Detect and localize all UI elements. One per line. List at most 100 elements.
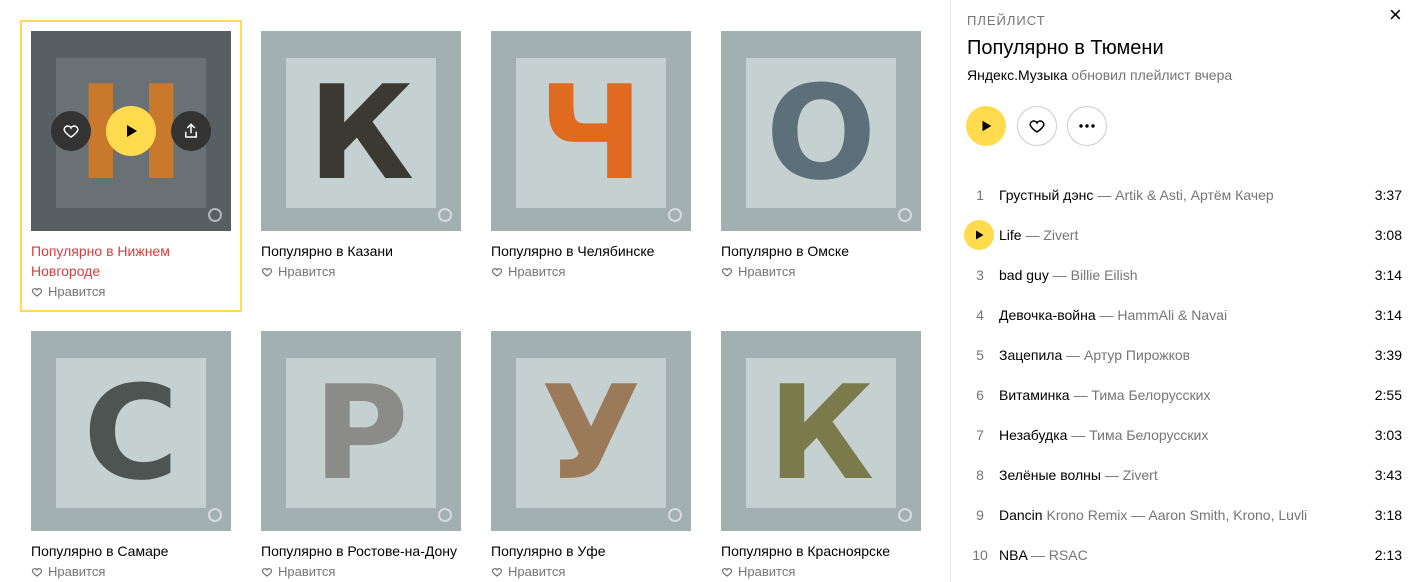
track-row[interactable]: 10 NBA — RSAC 2:13	[951, 536, 1421, 576]
track-title-group: Dancin Krono Remix — Aaron Smith, Krono,…	[999, 507, 1307, 523]
track-artists[interactable]: — Zivert	[1025, 227, 1078, 243]
track-row[interactable]: 9 Dancin Krono Remix — Aaron Smith, Kron…	[951, 496, 1421, 536]
track-artists[interactable]: — Тима Белорусских	[1071, 427, 1208, 443]
track-artists[interactable]: — Артур Пирожков	[1066, 347, 1190, 363]
playlist-title[interactable]: Популярно в Нижнем Новгороде	[31, 241, 231, 281]
play-icon	[127, 125, 137, 137]
track-title-group: Зелёные волны — Zivert	[999, 467, 1158, 483]
track-duration: 3:18	[1374, 507, 1402, 523]
like-link[interactable]: Нравится	[491, 264, 565, 279]
like-link[interactable]: Нравится	[721, 264, 795, 279]
playlist-card[interactable]: Р Популярно в Ростове-на-Дону Нравится	[251, 321, 471, 582]
playlist-panel: ПЛЕЙЛИСТ × Популярно в Тюмени Яндекс.Муз…	[951, 0, 1421, 582]
playlist-card[interactable]: К Популярно в Казани Нравится	[251, 21, 471, 291]
playlist-title[interactable]: Популярно в Ростове-на-Дону	[261, 541, 461, 561]
cover-letter: У	[540, 357, 642, 509]
track-title[interactable]: Незабудка	[999, 427, 1067, 443]
track-artists[interactable]: — Aaron Smith, Krono, Luvli	[1131, 507, 1307, 523]
track-title-group: Life — Zivert	[999, 227, 1078, 243]
cover-artwork: Ч	[516, 58, 666, 208]
heart-icon	[31, 287, 43, 297]
playlist-card[interactable]: О Популярно в Омске Нравится	[711, 21, 931, 291]
like-link[interactable]: Нравится	[491, 564, 565, 579]
track-duration: 3:08	[1374, 227, 1402, 243]
track-row[interactable]: 3 bad guy — Billie Eilish 3:14	[951, 256, 1421, 296]
track-title[interactable]: Грустный дэнс	[999, 187, 1093, 203]
track-number: 8	[976, 467, 984, 483]
like-playlist-button[interactable]	[1017, 106, 1057, 146]
track-row[interactable]: 4 Девочка-война — HammAli & Navai 3:14	[951, 296, 1421, 336]
track-artists[interactable]: — Тима Белорусских	[1074, 387, 1211, 403]
track-artists[interactable]: — Billie Eilish	[1053, 267, 1138, 283]
heart-icon	[491, 267, 503, 277]
playlist-card[interactable]: К Популярно в Красноярске Нравится	[711, 321, 931, 582]
share-overlay-button[interactable]	[171, 111, 211, 151]
like-overlay-button[interactable]	[51, 111, 91, 151]
playlist-title[interactable]: Популярно в Уфе	[491, 541, 691, 561]
track-row[interactable]: 8 Зелёные волны — Zivert 3:43	[951, 456, 1421, 496]
playlist-cover[interactable]: К	[261, 31, 461, 231]
like-link[interactable]: Нравится	[31, 284, 105, 299]
playlist-type-label: ПЛЕЙЛИСТ	[967, 13, 1046, 28]
play-overlay-button[interactable]	[106, 106, 156, 156]
playlist-card[interactable]: Ч Популярно в Челябинске Нравится	[481, 21, 701, 291]
playlist-card[interactable]: У Популярно в Уфе Нравится	[481, 321, 701, 582]
track-row[interactable]: Life — Zivert 3:08	[951, 216, 1421, 256]
track-title[interactable]: NBA	[999, 547, 1027, 563]
like-label: Нравится	[508, 564, 566, 579]
play-playlist-button[interactable]	[966, 106, 1006, 146]
playlist-card[interactable]: Н Популярно в Нижнем Новгороде Нравится	[20, 20, 242, 312]
track-artists[interactable]: — HammAli & Navai	[1100, 307, 1228, 323]
playlist-cover[interactable]: О	[721, 31, 921, 231]
track-title[interactable]: Девочка-война	[999, 307, 1096, 323]
yandex-music-logo-icon	[898, 508, 912, 522]
track-title[interactable]: Dancin	[999, 507, 1043, 523]
playlist-title[interactable]: Популярно в Омске	[721, 241, 921, 261]
like-label: Нравится	[48, 284, 106, 299]
like-link[interactable]: Нравится	[31, 564, 105, 579]
track-title[interactable]: bad guy	[999, 267, 1049, 283]
track-title[interactable]: Life	[999, 227, 1022, 243]
more-options-button[interactable]	[1067, 106, 1107, 146]
track-title-group: Грустный дэнс — Artik & Asti, Артём Каче…	[999, 187, 1274, 203]
track-artists[interactable]: — RSAC	[1031, 547, 1088, 563]
heart-icon	[63, 125, 79, 138]
track-row[interactable]: 5 Зацепила — Артур Пирожков 3:39	[951, 336, 1421, 376]
track-version: Krono Remix	[1046, 507, 1128, 523]
track-row[interactable]: 1 Грустный дэнс — Artik & Asti, Артём Ка…	[951, 176, 1421, 216]
close-icon[interactable]: ×	[1389, 2, 1402, 28]
playlist-cover[interactable]: Ч	[491, 31, 691, 231]
track-row[interactable]: 7 Незабудка — Тима Белорусских 3:03	[951, 416, 1421, 456]
track-title[interactable]: Витаминка	[999, 387, 1070, 403]
playlist-cover[interactable]: Н	[31, 31, 231, 231]
yandex-music-logo-icon	[668, 208, 682, 222]
cover-artwork: Р	[286, 358, 436, 508]
playlist-cover[interactable]: К	[721, 331, 921, 531]
track-artists[interactable]: — Zivert	[1105, 467, 1158, 483]
playlist-title[interactable]: Популярно в Красноярске	[721, 541, 921, 561]
like-link[interactable]: Нравится	[261, 564, 335, 579]
playlist-owner-link[interactable]: Яндекс.Музыка	[967, 67, 1068, 83]
playlist-title[interactable]: Популярно в Челябинске	[491, 241, 691, 261]
playlist-cover[interactable]: Р	[261, 331, 461, 531]
track-row[interactable]: 6 Витаминка — Тима Белорусских 2:55	[951, 376, 1421, 416]
playlist-title[interactable]: Популярно в Самаре	[31, 541, 231, 561]
cover-artwork: О	[746, 58, 896, 208]
track-title-group: NBA — RSAC	[999, 547, 1088, 563]
track-title[interactable]: Зацепила	[999, 347, 1062, 363]
heart-icon	[721, 567, 733, 577]
playlist-cover[interactable]: С	[31, 331, 231, 531]
like-link[interactable]: Нравится	[721, 564, 795, 579]
track-artists[interactable]: — Artik & Asti, Артём Качер	[1097, 187, 1273, 203]
playlist-title[interactable]: Популярно в Казани	[261, 241, 461, 261]
track-number: 7	[976, 427, 984, 443]
track-number: 4	[976, 307, 984, 323]
playlist-card[interactable]: С Популярно в Самаре Нравится	[21, 321, 241, 582]
track-title[interactable]: Зелёные волны	[999, 467, 1101, 483]
track-play-button[interactable]	[964, 220, 994, 250]
like-link[interactable]: Нравится	[261, 264, 335, 279]
play-icon	[976, 230, 984, 240]
playlist-cover[interactable]: У	[491, 331, 691, 531]
yandex-music-logo-icon	[898, 208, 912, 222]
track-duration: 2:55	[1374, 387, 1402, 403]
